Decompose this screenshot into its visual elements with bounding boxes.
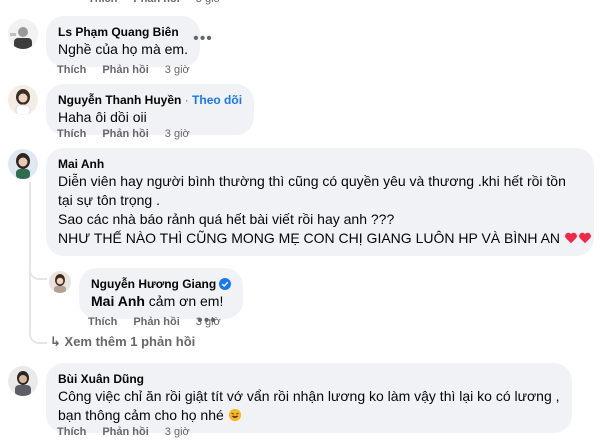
previous-comment-actions: Thích Phản hồi 3 giờ xyxy=(88,0,221,5)
comment-line: Sao các nhà báo rảnh quá hết bài viết rồ… xyxy=(58,211,395,227)
comment-author[interactable]: Nguyễn Thanh Huyền xyxy=(58,93,181,107)
comment-text: Haha ôi dồi oii xyxy=(58,109,147,125)
separator-dot: · xyxy=(184,93,189,107)
comment-bubble: Mai Anh Diễn viên hay người bình thường … xyxy=(46,148,594,256)
comment-line: Công việc chỉ ăn rồi giật tít vớ vẩn rồi… xyxy=(58,388,560,404)
avatar[interactable] xyxy=(8,19,38,49)
comment-actions: Thích Phản hồi 3 giờ xyxy=(57,128,190,140)
comment-line: bạn thông cảm cho họ nhé xyxy=(58,407,224,423)
reply-link[interactable]: Phản hồi xyxy=(102,64,148,76)
comment-actions: Thích Phản hồi 3 giờ xyxy=(57,426,190,438)
view-more-replies-label: Xem thêm 1 phản hồi xyxy=(64,334,196,349)
heart-icon xyxy=(579,232,591,244)
comment-author[interactable]: Nguyễn Hương Giang xyxy=(91,277,216,291)
like-link[interactable]: Thích xyxy=(57,426,86,438)
verified-badge-icon xyxy=(219,278,232,290)
comment-line-with-emoji: bạn thông cảm cho họ nhé xyxy=(58,406,560,425)
comment-text: Công việc chỉ ăn rồi giật tít vớ vẩn rồi… xyxy=(58,387,560,425)
comment-time[interactable]: 3 giờ xyxy=(196,316,221,328)
comment-text: Nghề của họ mà em. xyxy=(58,41,188,57)
avatar[interactable] xyxy=(8,366,38,396)
avatar[interactable] xyxy=(49,271,71,293)
thread-connector xyxy=(29,326,47,344)
reply-arrow-icon: ↳ xyxy=(50,334,61,349)
comment-line: tại sự tôn trọng . xyxy=(58,192,160,208)
laughing-emoji-icon xyxy=(228,408,241,422)
avatar-image xyxy=(8,19,38,49)
comment-line: Diễn viên hay người bình thường thì cũng… xyxy=(58,173,566,189)
avatar-image xyxy=(8,85,38,115)
avatar[interactable] xyxy=(8,149,38,179)
comment-bubble: Bùi Xuân Dũng Công việc chỉ ăn rồi giật … xyxy=(46,363,572,433)
avatar-image xyxy=(8,149,38,179)
reply-link[interactable]: Phản hồi xyxy=(102,128,148,140)
comment-bubble: Ls Phạm Quang Biên Nghề của họ mà em. xyxy=(46,16,200,67)
like-link[interactable]: Thích xyxy=(57,64,86,76)
comment-actions: Thích Phản hồi 3 giờ xyxy=(57,64,190,76)
more-options-icon[interactable]: ••• xyxy=(188,24,218,54)
comment-line: NHƯ THẾ NÀO THÌ CŨNG MONG MẸ CON CHỊ GIA… xyxy=(58,230,561,246)
comment-author[interactable]: Mai Anh xyxy=(58,156,582,172)
comment-time[interactable]: 3 giờ xyxy=(165,426,190,438)
reply-link[interactable]: Phản hồi xyxy=(133,0,179,5)
reply-actions: Thích Phản hồi 3 giờ xyxy=(88,316,221,328)
mention-link[interactable]: Mai Anh xyxy=(91,293,145,309)
like-link[interactable]: Thích xyxy=(88,0,117,5)
reply-link[interactable]: Phản hồi xyxy=(133,316,179,328)
avatar[interactable] xyxy=(8,85,38,115)
follow-button[interactable]: Theo dõi xyxy=(192,93,242,107)
comment-time[interactable]: 3 giờ xyxy=(165,128,190,140)
like-link[interactable]: Thích xyxy=(57,128,86,140)
comment-line-with-hearts: NHƯ THẾ NÀO THÌ CŨNG MONG MẸ CON CHỊ GIA… xyxy=(58,229,591,248)
comment-time[interactable]: 3 giờ xyxy=(165,64,190,76)
comment-text: Diễn viên hay người bình thường thì cũng… xyxy=(58,172,591,248)
comment-author[interactable]: Bùi Xuân Dũng xyxy=(58,371,560,387)
like-link[interactable]: Thích xyxy=(88,316,117,328)
avatar-image xyxy=(49,271,71,293)
thread-connector xyxy=(29,262,47,280)
comment-time[interactable]: 3 giờ xyxy=(196,0,221,5)
view-more-replies-link[interactable]: ↳ Xem thêm 1 phản hồi xyxy=(50,334,195,350)
heart-icon xyxy=(565,232,577,244)
reply-link[interactable]: Phản hồi xyxy=(102,426,148,438)
avatar-image xyxy=(8,366,38,396)
comment-author[interactable]: Ls Phạm Quang Biên xyxy=(58,24,188,40)
